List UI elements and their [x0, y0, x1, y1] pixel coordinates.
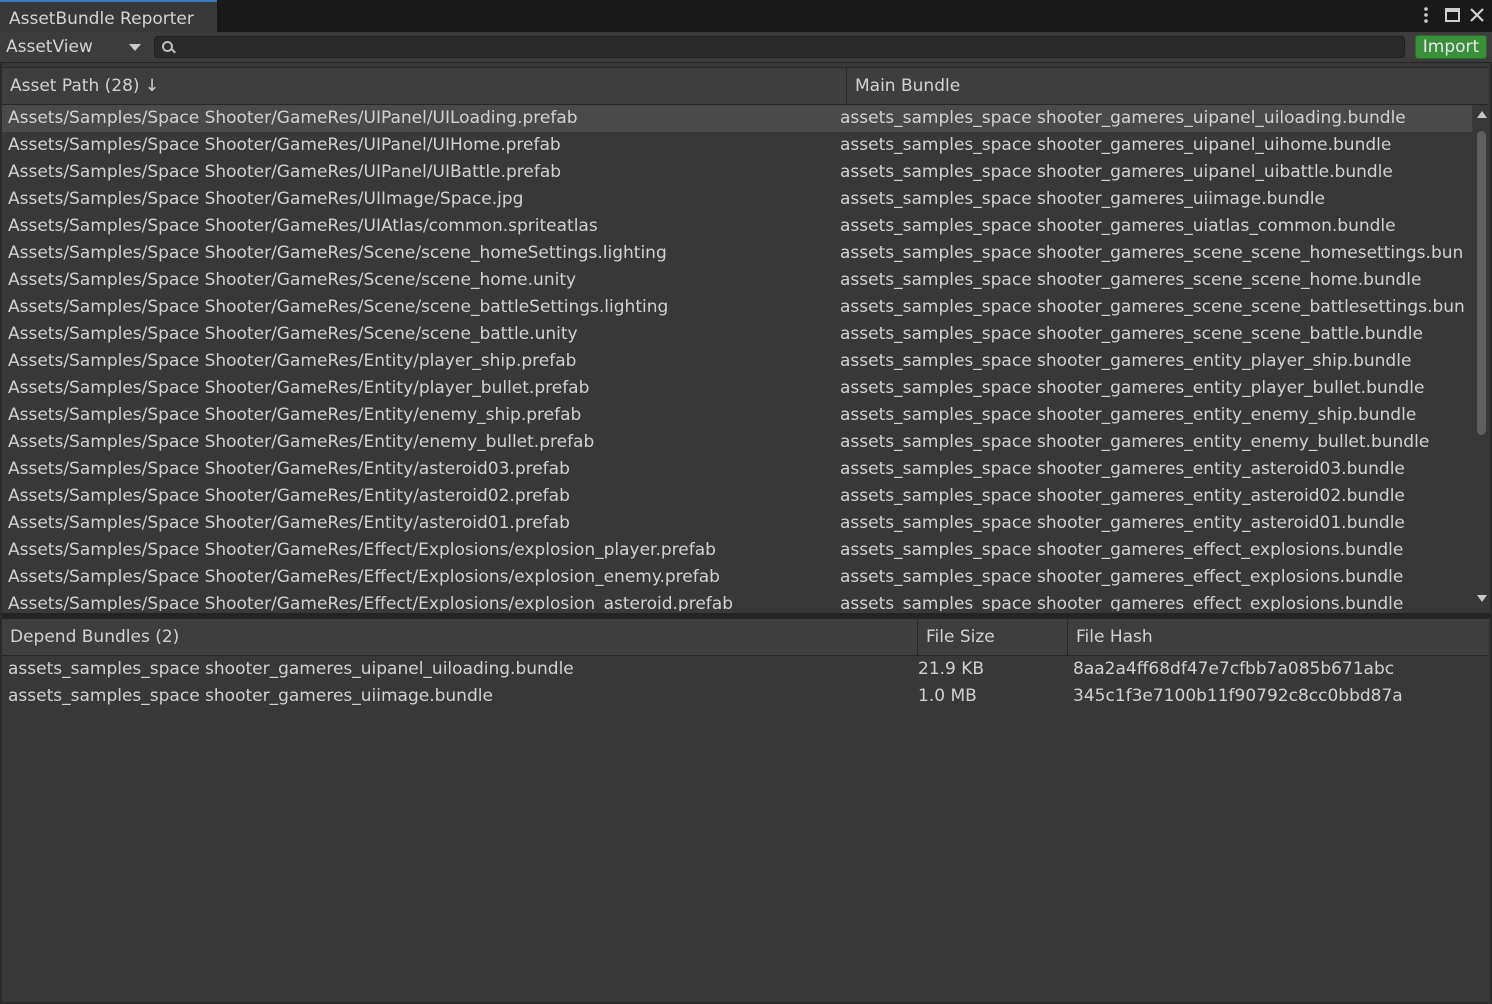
import-button[interactable]: Import	[1415, 35, 1487, 59]
main-bundle-cell: assets_samples_space shooter_gameres_sce…	[840, 324, 1423, 344]
file-hash-cell: 8aa2a4ff68df47e7cfbb7a085b671abc	[1073, 659, 1395, 679]
main-bundle-cell: assets_samples_space shooter_gameres_ent…	[840, 432, 1430, 452]
depend-table: Depend Bundles (2) File Size File Hash a…	[0, 618, 1492, 1004]
table-row[interactable]: Assets/Samples/Space Shooter/GameRes/UIA…	[0, 213, 1472, 240]
asset-path-cell: Assets/Samples/Space Shooter/GameRes/UIP…	[8, 108, 578, 128]
table-row[interactable]: Assets/Samples/Space Shooter/GameRes/Eff…	[0, 537, 1472, 564]
main-bundle-cell: assets_samples_space shooter_gameres_sce…	[840, 243, 1464, 263]
depend-bundle-cell: assets_samples_space shooter_gameres_uii…	[8, 686, 493, 706]
column-header-depend-bundles[interactable]: Depend Bundles (2)	[2, 619, 918, 655]
table-row[interactable]: Assets/Samples/Space Shooter/GameRes/Ent…	[0, 510, 1472, 537]
depend-table-header: Depend Bundles (2) File Size File Hash	[2, 618, 1488, 656]
main-bundle-cell: assets_samples_space shooter_gameres_ent…	[840, 378, 1425, 398]
table-row[interactable]: Assets/Samples/Space Shooter/GameRes/Ent…	[0, 456, 1472, 483]
table-row[interactable]: Assets/Samples/Space Shooter/GameRes/UII…	[0, 186, 1472, 213]
main-bundle-cell: assets_samples_space shooter_gameres_uip…	[840, 135, 1392, 155]
scroll-down-arrow-icon[interactable]	[1477, 595, 1487, 602]
asset-path-cell: Assets/Samples/Space Shooter/GameRes/Eff…	[8, 540, 716, 560]
table-row[interactable]: Assets/Samples/Space Shooter/GameRes/Ent…	[0, 348, 1472, 375]
chevron-down-icon	[129, 44, 141, 51]
main-bundle-cell: assets_samples_space shooter_gameres_ent…	[840, 405, 1417, 425]
table-row[interactable]: Assets/Samples/Space Shooter/GameRes/Ent…	[0, 429, 1472, 456]
asset-path-cell: Assets/Samples/Space Shooter/GameRes/Ent…	[8, 459, 570, 479]
asset-path-cell: Assets/Samples/Space Shooter/GameRes/Sce…	[8, 297, 669, 317]
asset-path-cell: Assets/Samples/Space Shooter/GameRes/Eff…	[8, 594, 733, 611]
main-bundle-cell: assets_samples_space shooter_gameres_uip…	[840, 108, 1406, 128]
search-field[interactable]	[154, 36, 1405, 59]
scroll-up-arrow-icon[interactable]	[1477, 111, 1487, 118]
main-bundle-cell: assets_samples_space shooter_gameres_eff…	[840, 567, 1404, 587]
asset-path-cell: Assets/Samples/Space Shooter/GameRes/UIP…	[8, 162, 562, 182]
window-title: AssetBundle Reporter	[9, 9, 194, 29]
asset-table-scrollbar[interactable]	[1474, 105, 1490, 609]
asset-path-cell: Assets/Samples/Space Shooter/GameRes/Sce…	[8, 324, 578, 344]
file-size-cell: 1.0 MB	[918, 686, 977, 706]
table-row[interactable]: Assets/Samples/Space Shooter/GameRes/Sce…	[0, 321, 1472, 348]
asset-path-cell: Assets/Samples/Space Shooter/GameRes/Ent…	[8, 513, 570, 533]
toolbar: AssetView Import	[0, 32, 1492, 63]
column-header-main-bundle[interactable]: Main Bundle	[847, 68, 1488, 104]
file-size-cell: 21.9 KB	[918, 659, 985, 679]
main-bundle-cell: assets_samples_space shooter_gameres_ent…	[840, 486, 1405, 506]
asset-path-cell: Assets/Samples/Space Shooter/GameRes/UIA…	[8, 216, 598, 236]
column-header-asset-path[interactable]: Asset Path (28) ↓	[2, 68, 847, 104]
depend-table-body: assets_samples_space shooter_gameres_uip…	[0, 656, 1492, 996]
maximize-icon[interactable]	[1442, 4, 1464, 26]
asset-path-cell: Assets/Samples/Space Shooter/GameRes/Sce…	[8, 243, 667, 263]
table-row[interactable]: Assets/Samples/Space Shooter/GameRes/Eff…	[0, 591, 1472, 611]
kebab-menu-icon[interactable]	[1415, 4, 1437, 26]
main-bundle-cell: assets_samples_space shooter_gameres_uii…	[840, 189, 1325, 209]
table-row[interactable]: Assets/Samples/Space Shooter/GameRes/Eff…	[0, 564, 1472, 591]
table-row[interactable]: assets_samples_space shooter_gameres_uip…	[0, 656, 1492, 683]
asset-path-cell: Assets/Samples/Space Shooter/GameRes/Ent…	[8, 351, 577, 371]
close-icon[interactable]	[1466, 4, 1488, 26]
asset-path-cell: Assets/Samples/Space Shooter/GameRes/Eff…	[8, 567, 720, 587]
main-bundle-cell: assets_samples_space shooter_gameres_ent…	[840, 351, 1412, 371]
view-mode-label: AssetView	[6, 37, 93, 57]
asset-path-cell: Assets/Samples/Space Shooter/GameRes/Ent…	[8, 378, 590, 398]
table-row[interactable]: assets_samples_space shooter_gameres_uii…	[0, 683, 1492, 710]
asset-table-body: Assets/Samples/Space Shooter/GameRes/UIP…	[0, 105, 1472, 611]
asset-path-cell: Assets/Samples/Space Shooter/GameRes/Ent…	[8, 486, 570, 506]
window-border-left	[0, 63, 2, 1004]
table-row[interactable]: Assets/Samples/Space Shooter/GameRes/UIP…	[0, 105, 1472, 132]
table-row[interactable]: Assets/Samples/Space Shooter/GameRes/Sce…	[0, 267, 1472, 294]
main-bundle-cell: assets_samples_space shooter_gameres_eff…	[840, 594, 1404, 611]
asset-path-cell: Assets/Samples/Space Shooter/GameRes/Ent…	[8, 432, 595, 452]
search-icon	[162, 41, 173, 52]
window-tab[interactable]: AssetBundle Reporter	[0, 0, 217, 32]
table-row[interactable]: Assets/Samples/Space Shooter/GameRes/Sce…	[0, 240, 1472, 267]
main-bundle-cell: assets_samples_space shooter_gameres_ent…	[840, 513, 1405, 533]
asset-path-cell: Assets/Samples/Space Shooter/GameRes/UII…	[8, 189, 524, 209]
asset-path-cell: Assets/Samples/Space Shooter/GameRes/Sce…	[8, 270, 577, 290]
asset-path-cell: Assets/Samples/Space Shooter/GameRes/Ent…	[8, 405, 582, 425]
asset-path-cell: Assets/Samples/Space Shooter/GameRes/UIP…	[8, 135, 561, 155]
main-bundle-cell: assets_samples_space shooter_gameres_uia…	[840, 216, 1396, 236]
search-input[interactable]	[179, 37, 1403, 59]
main-bundle-cell: assets_samples_space shooter_gameres_sce…	[840, 297, 1465, 317]
main-bundle-cell: assets_samples_space shooter_gameres_uip…	[840, 162, 1393, 182]
main-bundle-cell: assets_samples_space shooter_gameres_sce…	[840, 270, 1422, 290]
scrollbar-thumb[interactable]	[1477, 131, 1486, 435]
file-hash-cell: 345c1f3e7100b11f90792c8cc0bbd87a	[1073, 686, 1403, 706]
depend-bundle-cell: assets_samples_space shooter_gameres_uip…	[8, 659, 574, 679]
table-row[interactable]: Assets/Samples/Space Shooter/GameRes/UIP…	[0, 159, 1472, 186]
table-row[interactable]: Assets/Samples/Space Shooter/GameRes/UIP…	[0, 132, 1472, 159]
table-row[interactable]: Assets/Samples/Space Shooter/GameRes/Ent…	[0, 375, 1472, 402]
main-bundle-cell: assets_samples_space shooter_gameres_ent…	[840, 459, 1405, 479]
window-tab-bar: AssetBundle Reporter	[0, 0, 1492, 32]
column-header-file-size[interactable]: File Size	[918, 619, 1068, 655]
main-bundle-cell: assets_samples_space shooter_gameres_eff…	[840, 540, 1404, 560]
asset-table-header: Asset Path (28) ↓ Main Bundle	[2, 67, 1488, 105]
table-row[interactable]: Assets/Samples/Space Shooter/GameRes/Ent…	[0, 402, 1472, 429]
asset-table: Asset Path (28) ↓ Main Bundle Assets/Sam…	[0, 63, 1492, 613]
view-mode-dropdown[interactable]: AssetView	[2, 34, 146, 60]
column-header-file-hash[interactable]: File Hash	[1068, 619, 1488, 655]
table-row[interactable]: Assets/Samples/Space Shooter/GameRes/Sce…	[0, 294, 1472, 321]
table-row[interactable]: Assets/Samples/Space Shooter/GameRes/Ent…	[0, 483, 1472, 510]
